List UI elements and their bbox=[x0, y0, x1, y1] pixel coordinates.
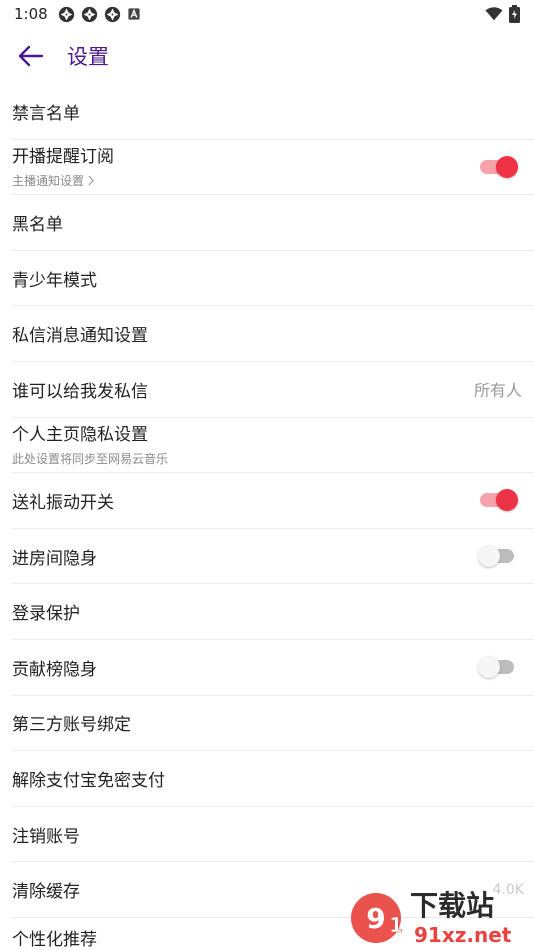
settings-row-login-protection[interactable]: 登录保护 bbox=[12, 584, 534, 640]
settings-row-mute-list[interactable]: 禁言名单 bbox=[12, 84, 534, 140]
chevron-right-icon bbox=[88, 175, 94, 186]
svg-text:1: 1 bbox=[389, 913, 403, 937]
settings-label: 青少年模式 bbox=[12, 270, 97, 291]
settings-label: 进房间隐身 bbox=[12, 548, 97, 569]
a-notification-icon bbox=[128, 8, 140, 20]
contribution-invisible-switch[interactable] bbox=[478, 654, 518, 680]
settings-row-unbind-alipay[interactable]: 解除支付宝免密支付 bbox=[12, 751, 534, 807]
settings-label: 第三方账号绑定 bbox=[12, 715, 131, 736]
settings-row-third-party-binding[interactable]: 第三方账号绑定 bbox=[12, 696, 534, 752]
wifi-icon bbox=[485, 7, 503, 21]
settings-sublabel: 此处设置将同步至网易云音乐 bbox=[12, 452, 169, 467]
status-notification-icons bbox=[58, 6, 141, 23]
settings-label: 黑名单 bbox=[12, 214, 63, 235]
status-system-icons bbox=[485, 5, 520, 23]
settings-label: 个性化推荐 bbox=[12, 930, 97, 950]
settings-label: 谁可以给我发私信 bbox=[12, 381, 148, 402]
settings-label: 贡献榜隐身 bbox=[12, 659, 97, 680]
settings-label: 清除缓存 bbox=[12, 882, 80, 903]
settings-row-homepage-privacy[interactable]: 个人主页隐私设置 此处设置将同步至网易云音乐 bbox=[12, 418, 534, 474]
watermark-domain-text: 91xz.net bbox=[414, 923, 512, 947]
settings-row-cancel-account[interactable]: 注销账号 bbox=[12, 807, 534, 863]
page-title: 设置 bbox=[67, 45, 109, 69]
arrow-left-icon bbox=[18, 45, 44, 67]
settings-label: 解除支付宝免密支付 bbox=[12, 770, 165, 791]
anchor-notification-link[interactable]: 主播通知设置 bbox=[12, 172, 95, 189]
app-notification-icon bbox=[104, 6, 120, 22]
settings-row-gift-vibration[interactable]: 送礼振动开关 bbox=[12, 473, 534, 529]
settings-sublabel: 主播通知设置 bbox=[12, 174, 85, 189]
settings-row-blacklist[interactable]: 黑名单 bbox=[12, 195, 534, 251]
app-header: 设置 bbox=[0, 28, 534, 84]
settings-label: 登录保护 bbox=[12, 604, 80, 625]
battery-charging-icon bbox=[509, 5, 520, 23]
who-can-dm-value: 所有人 bbox=[473, 381, 522, 401]
settings-label: 送礼振动开关 bbox=[12, 492, 114, 513]
settings-row-contribution-invisible[interactable]: 贡献榜隐身 bbox=[12, 640, 534, 696]
gift-vibration-switch[interactable] bbox=[478, 487, 518, 513]
settings-label: 注销账号 bbox=[12, 826, 80, 847]
settings-list: 禁言名单 开播提醒订阅 主播通知设置 黑名单 青少年模式 私信消息通知设置 谁可… bbox=[12, 84, 534, 950]
settings-row-live-reminder[interactable]: 开播提醒订阅 主播通知设置 bbox=[12, 140, 534, 196]
app-notification-icon bbox=[81, 6, 97, 22]
settings-label: 私信消息通知设置 bbox=[12, 326, 148, 347]
settings-label: 开播提醒订阅 bbox=[12, 147, 114, 168]
live-reminder-switch[interactable] bbox=[478, 154, 518, 180]
settings-row-dm-notification[interactable]: 私信消息通知设置 bbox=[12, 306, 534, 362]
room-invisible-switch[interactable] bbox=[478, 543, 518, 569]
settings-label: 禁言名单 bbox=[12, 103, 80, 124]
watermark-logo: 9 1 下载站 91xz.net bbox=[348, 882, 526, 950]
status-bar: 1:08 bbox=[0, 0, 534, 28]
app-notification-icon bbox=[58, 6, 74, 22]
watermark-logo-text: 下载站 bbox=[410, 889, 494, 922]
settings-row-who-can-dm[interactable]: 谁可以给我发私信 所有人 bbox=[12, 362, 534, 418]
back-button[interactable] bbox=[3, 28, 59, 84]
settings-label: 个人主页隐私设置 bbox=[12, 425, 148, 446]
svg-text:9: 9 bbox=[366, 902, 385, 935]
status-time: 1:08 bbox=[14, 5, 48, 23]
settings-row-room-invisible[interactable]: 进房间隐身 bbox=[12, 529, 534, 585]
settings-row-teen-mode[interactable]: 青少年模式 bbox=[12, 251, 534, 307]
